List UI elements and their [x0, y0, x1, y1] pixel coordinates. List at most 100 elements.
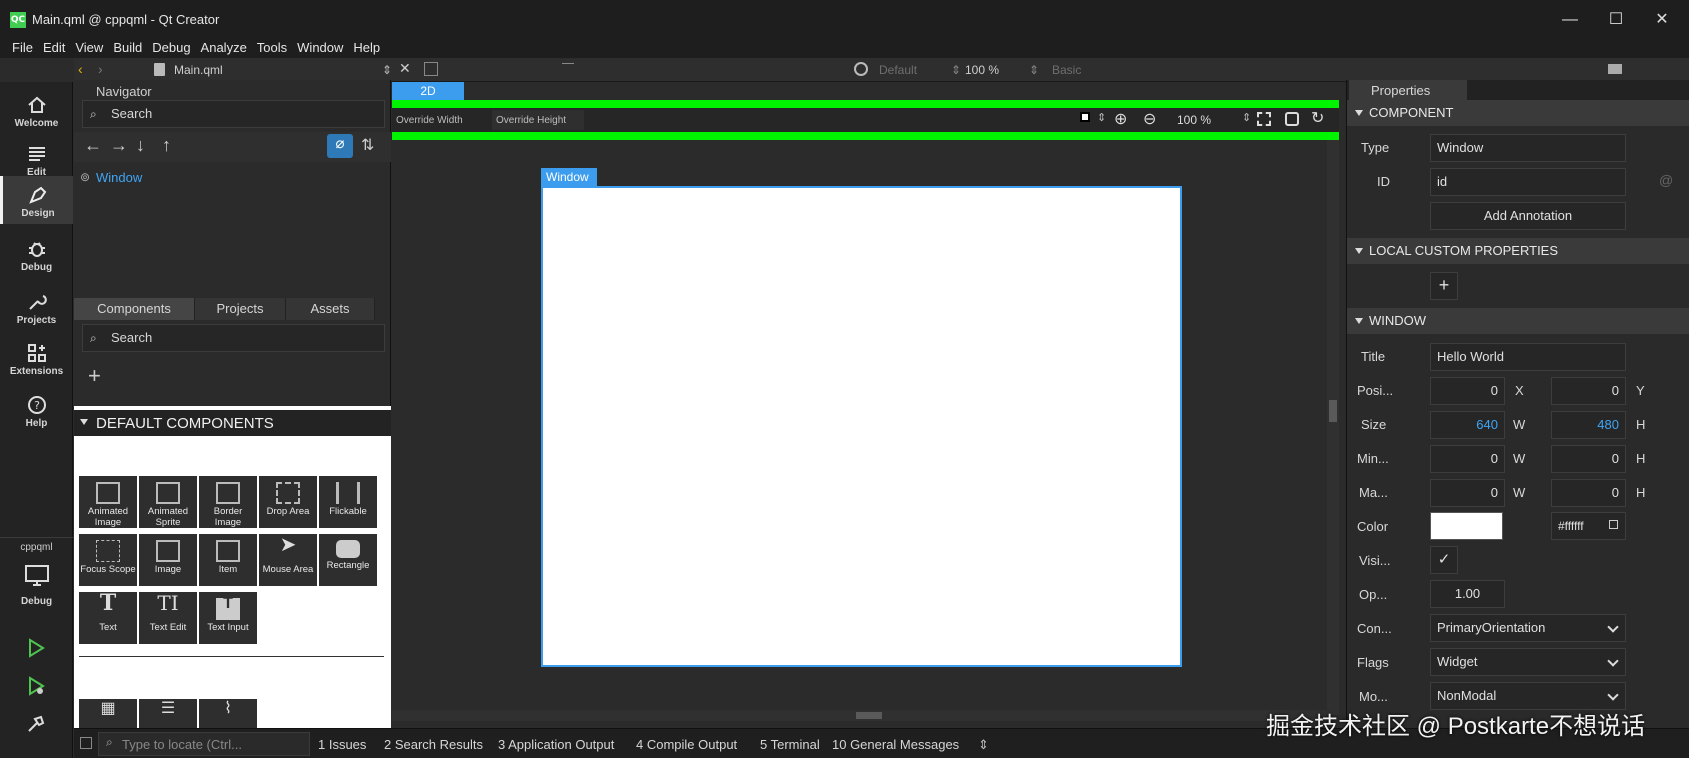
- move-up-arrow-icon[interactable]: ↑: [162, 135, 171, 156]
- minimum-width-field[interactable]: 0: [1430, 445, 1505, 473]
- bg-dropdown-icon[interactable]: ⇕: [1097, 111, 1106, 124]
- components-search-input[interactable]: Search: [82, 324, 385, 352]
- content-orientation-dropdown[interactable]: PrimaryOrientation: [1430, 614, 1626, 642]
- size-width-field[interactable]: 640: [1430, 411, 1505, 439]
- mode-projects[interactable]: Projects: [0, 283, 73, 337]
- position-x-field[interactable]: 0: [1430, 377, 1505, 405]
- reset-view-icon[interactable]: ↻: [1311, 108, 1324, 128]
- filter-toggle-icon[interactable]: ⌀: [327, 134, 353, 158]
- menu-tools[interactable]: Tools: [257, 40, 287, 55]
- menu-window[interactable]: Window: [297, 40, 343, 55]
- navigator-root-item[interactable]: Window: [96, 170, 142, 185]
- tab-projects[interactable]: Projects: [195, 298, 286, 320]
- mode-extensions[interactable]: Extensions: [0, 334, 73, 388]
- opacity-field[interactable]: 1.00: [1430, 580, 1505, 608]
- zoom-selection-icon[interactable]: [1285, 112, 1299, 126]
- position-y-field[interactable]: 0: [1551, 377, 1626, 405]
- canvas-zoom-dropdown-icon[interactable]: ⇕: [1242, 111, 1251, 124]
- menu-debug[interactable]: Debug: [152, 40, 190, 55]
- pane-application-output[interactable]: 3 Application Output: [498, 737, 614, 752]
- window-item-label[interactable]: Window: [541, 168, 597, 186]
- tab-2d[interactable]: 2D: [392, 82, 464, 100]
- back-arrow-icon[interactable]: ‹: [78, 61, 83, 77]
- file-dropdown-icon[interactable]: ⇕: [382, 63, 392, 77]
- vertical-scroll-thumb[interactable]: [1329, 400, 1337, 422]
- add-property-button[interactable]: +: [1430, 272, 1458, 300]
- zoom-out-icon[interactable]: ⊖: [1143, 109, 1156, 129]
- horizontal-scroll-thumb[interactable]: [856, 712, 882, 719]
- component-mouse-area[interactable]: ➤ Mouse Area: [259, 534, 317, 586]
- locator-input[interactable]: Type to locate (Ctrl...: [122, 737, 242, 752]
- forward-arrow-icon[interactable]: ›: [98, 61, 103, 77]
- component-focus-scope[interactable]: Focus Scope: [79, 534, 137, 586]
- properties-tab[interactable]: Properties: [1349, 80, 1467, 100]
- style-selector[interactable]: Basic: [1052, 63, 1081, 77]
- pane-terminal[interactable]: 5 Terminal: [760, 737, 820, 752]
- component-animated-image[interactable]: Animated Image: [79, 476, 137, 528]
- component-path-view[interactable]: ⌇: [199, 699, 257, 729]
- zoom-dropdown-icon[interactable]: ⇕: [1029, 63, 1039, 77]
- close-document-icon[interactable]: ✕: [399, 60, 411, 77]
- canvas-vertical-scrollbar[interactable]: [1327, 140, 1339, 715]
- menu-build[interactable]: Build: [113, 40, 142, 55]
- component-flickable[interactable]: Flickable: [319, 476, 377, 528]
- sort-order-icon[interactable]: ⇅: [361, 135, 374, 155]
- component-animated-sprite[interactable]: Animated Sprite: [139, 476, 197, 528]
- toggle-sidebar-icon[interactable]: [80, 737, 92, 749]
- zoom-all-icon[interactable]: [1257, 112, 1271, 126]
- mode-help[interactable]: ? Help: [0, 386, 73, 440]
- move-down-arrow-icon[interactable]: ↓: [136, 135, 145, 156]
- annotation-icon[interactable]: [1608, 64, 1622, 74]
- component-text[interactable]: T Text: [79, 592, 137, 644]
- local-custom-properties-header[interactable]: LOCAL CUSTOM PROPERTIES: [1347, 238, 1689, 264]
- more-panes-icon[interactable]: ⇕: [978, 737, 989, 753]
- menu-file[interactable]: File: [12, 40, 33, 55]
- pane-issues[interactable]: 1 Issues: [318, 737, 366, 752]
- default-components-header[interactable]: DEFAULT COMPONENTS: [74, 406, 391, 436]
- open-file-name[interactable]: Main.qml: [174, 63, 223, 77]
- pane-general-messages[interactable]: 10 General Messages: [832, 737, 959, 752]
- id-field[interactable]: id: [1430, 168, 1626, 196]
- monitor-icon[interactable]: [24, 564, 50, 588]
- zoom-in-icon[interactable]: ⊕: [1114, 109, 1127, 129]
- maximum-height-field[interactable]: 0: [1551, 479, 1626, 507]
- component-image[interactable]: Image: [139, 534, 197, 586]
- state-selector[interactable]: Default: [879, 63, 917, 77]
- component-rectangle[interactable]: Rectangle: [319, 534, 377, 586]
- override-height-input[interactable]: Override Height: [496, 115, 566, 126]
- component-grid-view[interactable]: ▦: [79, 699, 137, 729]
- pane-compile-output[interactable]: 4 Compile Output: [636, 737, 737, 752]
- tab-components[interactable]: Components: [74, 298, 195, 320]
- component-text-edit[interactable]: TI Text Edit: [139, 592, 197, 644]
- fit-selection-icon[interactable]: [424, 62, 438, 76]
- minimum-height-field[interactable]: 0: [1551, 445, 1626, 473]
- window-section-header[interactable]: WINDOW: [1347, 308, 1689, 334]
- menu-edit[interactable]: Edit: [43, 40, 65, 55]
- alias-export-icon[interactable]: @: [1659, 172, 1673, 188]
- mode-welcome[interactable]: Welcome: [0, 86, 73, 140]
- close-window-icon[interactable]: ✕: [1642, 8, 1682, 32]
- component-section-header[interactable]: COMPONENT: [1347, 100, 1689, 126]
- component-list-view[interactable]: ☰: [139, 699, 197, 729]
- canvas-horizontal-scrollbar[interactable]: [392, 710, 1327, 721]
- state-dropdown-icon[interactable]: ⇕: [951, 63, 961, 77]
- title-field[interactable]: Hello World: [1430, 343, 1626, 371]
- minimize-icon[interactable]: —: [1550, 8, 1590, 32]
- navigator-search-input[interactable]: Search: [82, 100, 385, 128]
- type-field[interactable]: Window: [1430, 134, 1626, 162]
- color-swatch[interactable]: [1430, 512, 1503, 540]
- maximize-icon[interactable]: ☐: [1596, 8, 1636, 32]
- component-drop-area[interactable]: Drop Area: [259, 476, 317, 528]
- build-hammer-icon[interactable]: [26, 714, 46, 734]
- menu-analyze[interactable]: Analyze: [201, 40, 247, 55]
- move-right-arrow-icon[interactable]: →: [110, 135, 128, 156]
- pane-search-results[interactable]: 2 Search Results: [384, 737, 483, 752]
- window-item-preview[interactable]: [541, 186, 1182, 667]
- override-width-input[interactable]: Override Width: [396, 115, 463, 126]
- background-color-icon[interactable]: [1080, 112, 1090, 122]
- move-left-arrow-icon[interactable]: ←: [84, 135, 102, 156]
- tab-assets[interactable]: Assets: [286, 298, 375, 320]
- flags-dropdown[interactable]: Widget: [1430, 648, 1626, 676]
- component-item[interactable]: Item: [199, 534, 257, 586]
- copy-color-icon[interactable]: [1609, 520, 1618, 529]
